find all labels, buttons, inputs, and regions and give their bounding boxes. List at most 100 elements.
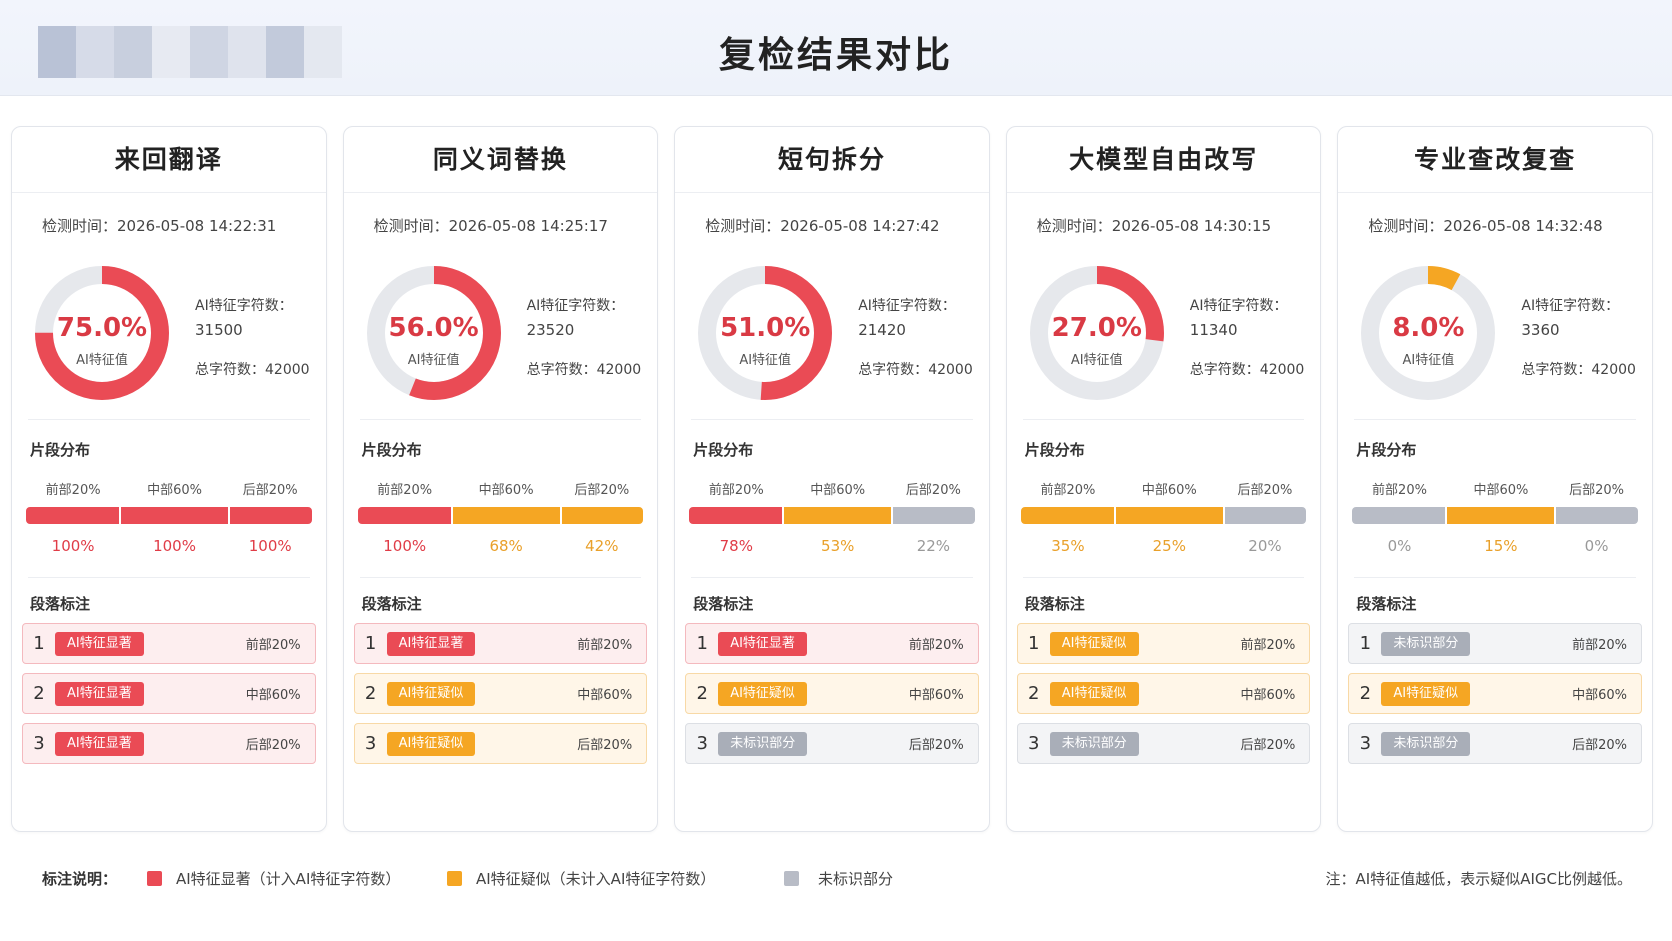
time-label: 检测时间： [373, 217, 449, 235]
paragraph-badge: AI特征显著 [55, 731, 144, 756]
segment-label: 前部20% [45, 483, 101, 498]
divider [1354, 419, 1636, 420]
paragraph-row[interactable]: 1 AI特征显著 前部20% [353, 623, 648, 664]
paragraph-position: 后部20% [1572, 738, 1627, 753]
paragraph-row[interactable]: 1 AI特征显著 前部20% [685, 623, 979, 664]
paragraph-row[interactable]: 2 AI特征疑似 中部60% [353, 673, 648, 714]
paragraph-number: 3 [1359, 733, 1372, 754]
paragraph-number: 1 [33, 633, 45, 654]
paragraph-row[interactable]: 3 未标识部分 后部20% [1016, 723, 1311, 764]
total-chars-label: 总字符数： [858, 362, 929, 378]
paragraph-section-title: 段落标注 [361, 595, 422, 613]
total-chars-label: 总字符数： [1521, 362, 1592, 378]
ai-chars-value: 31500 [195, 321, 243, 339]
segment-label: 前部20% [708, 483, 764, 498]
paragraph-badge: 未标识部分 [1381, 731, 1471, 756]
paragraph-number: 1 [1028, 633, 1040, 654]
segment-bar-part [120, 507, 228, 524]
result-card: 同义词替换 检测时间：2026-05-08 14:25:17 56.0% AI特征值 A… [342, 126, 659, 832]
total-chars-value: 42000 [928, 362, 973, 378]
paragraph-row[interactable]: 1 AI特征显著 前部20% [22, 623, 316, 664]
paragraph-badge: AI特征疑似 [1049, 631, 1139, 656]
paragraph-row[interactable]: 1 AI特征疑似 前部20% [1016, 623, 1311, 664]
time-label: 检测时间： [1368, 217, 1444, 235]
paragraph-badge: AI特征显著 [55, 681, 144, 706]
segment-values: 100% 68% 42% [358, 537, 644, 555]
segment-bar-part [561, 507, 644, 524]
paragraph-row[interactable]: 1 未标识部分 前部20% [1348, 623, 1642, 664]
paragraph-position: 前部20% [1240, 638, 1296, 653]
ai-chars-value: 23520 [526, 321, 575, 339]
segment-value: 68% [489, 537, 523, 555]
paragraph-badge: 未标识部分 [1381, 631, 1471, 656]
segment-label: 中部60% [810, 483, 866, 498]
paragraph-badge: AI特征显著 [386, 631, 476, 656]
paragraph-row[interactable]: 3 未标识部分 后部20% [1348, 723, 1642, 764]
divider [28, 577, 310, 578]
paragraph-position: 前部20% [245, 638, 301, 653]
segment-section-title: 片段分布 [1356, 441, 1417, 459]
legend-gray-swatch [784, 871, 799, 886]
segment-bar-part [1224, 507, 1307, 524]
paragraph-row[interactable]: 2 AI特征疑似 中部60% [685, 673, 979, 714]
paragraph-number: 2 [33, 683, 45, 704]
segment-label: 后部20% [905, 483, 961, 498]
paragraph-number: 3 [364, 733, 377, 754]
paragraph-number: 1 [1359, 633, 1372, 654]
ai-value-percent: 56.0% [388, 313, 479, 343]
total-chars: 总字符数：42000 [195, 359, 310, 379]
ai-value-percent: 75.0% [56, 313, 148, 343]
paragraph-number: 2 [364, 683, 377, 704]
total-chars-label: 总字符数： [195, 362, 265, 378]
total-chars: 总字符数：42000 [1190, 359, 1305, 379]
paragraph-badge: AI特征疑似 [386, 731, 476, 756]
segment-labels: 前部20% 中部60% 后部20% [26, 479, 312, 498]
segment-label: 后部20% [1569, 483, 1625, 498]
paragraph-row[interactable]: 2 AI特征显著 中部60% [22, 673, 316, 714]
page-header: 复检结果对比 [0, 0, 1672, 96]
paragraph-row[interactable]: 3 未标识部分 后部20% [685, 723, 979, 764]
time-value: 2026-05-08 14:22:31 [117, 217, 277, 235]
paragraph-number: 2 [696, 683, 708, 704]
segment-section-title: 片段分布 [1024, 441, 1085, 459]
paragraph-badge: AI特征疑似 [718, 681, 807, 706]
time-value: 2026-05-08 14:27:42 [780, 217, 940, 235]
paragraph-position: 后部20% [908, 738, 964, 753]
segment-bar [689, 507, 975, 524]
legend-item-unmarked: 未标识部分 [818, 870, 894, 888]
paragraph-row[interactable]: 2 AI特征疑似 中部60% [1016, 673, 1311, 714]
paragraph-number: 3 [1028, 733, 1040, 754]
paragraph-row[interactable]: 3 AI特征疑似 后部20% [353, 723, 648, 764]
ai-value-label: AI特征值 [407, 353, 460, 368]
paragraph-row[interactable]: 3 AI特征显著 后部20% [22, 723, 316, 764]
segment-value: 100% [383, 537, 427, 555]
segment-value: 100% [153, 537, 196, 555]
paragraph-number: 1 [364, 633, 377, 654]
segment-label: 中部60% [147, 483, 202, 498]
segment-label: 前部20% [1040, 483, 1096, 498]
card-title: 同义词替换 [343, 127, 658, 193]
total-chars-value: 42000 [1591, 362, 1636, 378]
card-title: 来回翻译 [12, 127, 326, 193]
paragraph-position: 后部20% [1240, 738, 1296, 753]
legend: 标注说明： AI特征显著（计入AI特征字符数） AI特征疑似（未计入AI特征字符… [42, 868, 1632, 890]
total-chars-label: 总字符数： [1189, 362, 1260, 378]
segment-value: 0% [1584, 537, 1609, 555]
paragraph-row[interactable]: 2 AI特征疑似 中部60% [1348, 673, 1642, 714]
paragraph-position: 前部20% [908, 638, 964, 653]
time-label: 检测时间： [42, 217, 118, 235]
segment-bar-part [689, 507, 783, 524]
card-title: 专业查改复查 [1338, 127, 1652, 193]
segment-bar-part [1447, 507, 1555, 524]
segment-label: 后部20% [574, 483, 630, 498]
segment-section-title: 片段分布 [693, 441, 754, 459]
segment-label: 中部60% [1473, 483, 1529, 498]
paragraph-position: 中部60% [1572, 688, 1627, 703]
paragraph-number: 2 [1359, 683, 1372, 704]
total-chars-label: 总字符数： [526, 362, 597, 378]
paragraph-section-title: 段落标注 [1024, 595, 1085, 613]
legend-note: 注：AI特征值越低，表示疑似AIGC比例越低。 [1325, 870, 1632, 888]
paragraph-section-title: 段落标注 [693, 595, 754, 613]
segment-labels: 前部20% 中部60% 后部20% [1352, 479, 1638, 498]
paragraph-position: 前部20% [1572, 638, 1627, 653]
